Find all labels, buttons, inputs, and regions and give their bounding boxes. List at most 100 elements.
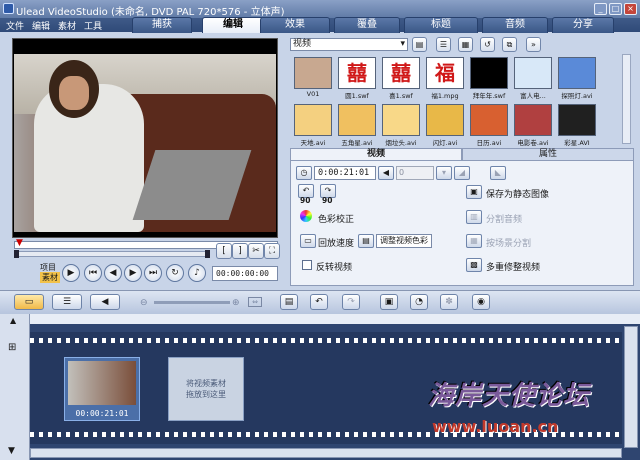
end-icon[interactable]: ⏭	[144, 264, 162, 282]
color-correct-label[interactable]: 色彩校正	[318, 212, 354, 225]
library-thumbnail[interactable]	[382, 104, 420, 136]
home-icon[interactable]: ⏮	[84, 264, 102, 282]
redo-icon[interactable]: ↷	[342, 294, 360, 310]
tab-overlay[interactable]: 覆叠	[334, 17, 400, 33]
library-thumbnail[interactable]	[558, 104, 596, 136]
menu-clip[interactable]: 素材	[58, 19, 76, 32]
track-manager-icon[interactable]: ⊞	[8, 342, 16, 353]
library-thumbnail[interactable]	[514, 57, 552, 89]
close-button[interactable]: ×	[624, 3, 637, 15]
timecode-display[interactable]: 00:00:00:00	[212, 266, 278, 281]
tab-title[interactable]: 标题	[404, 17, 478, 33]
insert-media-icon[interactable]: ▤	[280, 294, 298, 310]
duration-field[interactable]: 0:00:21:01	[314, 166, 376, 180]
multi-trim-icon[interactable]: ▩	[466, 258, 482, 272]
playback-speed-icon[interactable]: ▭	[300, 234, 316, 248]
record-voice-icon[interactable]: ◔	[410, 294, 428, 310]
adjust-color-label[interactable]: 调整视频色彩	[376, 234, 432, 248]
split-audio-label[interactable]: 分割音频	[486, 212, 522, 225]
trim-bar[interactable]	[14, 251, 210, 257]
tab-capture[interactable]: 捕获	[132, 17, 192, 33]
adjust-color-icon[interactable]: ▤	[358, 234, 374, 248]
menu-edit[interactable]: 编辑	[32, 19, 50, 32]
timeline-vscrollbar[interactable]	[624, 326, 638, 448]
tab-share[interactable]: 分享	[552, 17, 614, 33]
tab-video-options[interactable]: 视频	[290, 148, 462, 161]
split-scene-label[interactable]: 按场景分割	[486, 236, 531, 249]
library-category-select[interactable]: 视频 ▾	[290, 38, 408, 51]
color-wheel-icon[interactable]	[300, 210, 312, 222]
tab-attribute-options[interactable]: 属性	[462, 148, 634, 161]
zoom-out-icon[interactable]: ⊖	[140, 298, 148, 308]
collapse-icon[interactable]: ▲	[10, 316, 16, 325]
play-icon[interactable]: ▶	[62, 264, 80, 282]
library-thumbnail[interactable]	[558, 57, 596, 89]
reverse-video-label[interactable]: 反转视频	[316, 260, 352, 273]
split-audio-icon[interactable]: ▥	[466, 210, 482, 224]
playback-speed-label[interactable]: 回放速度	[318, 236, 354, 249]
library-manager-icon[interactable]: ▦	[458, 37, 473, 52]
library-thumbnail[interactable]: 囍	[382, 57, 420, 89]
timeline-view-icon[interactable]: ☰	[52, 294, 82, 310]
library-thumbnail[interactable]: 福	[426, 57, 464, 89]
fade-in-icon[interactable]: ◢	[454, 166, 470, 180]
volume-icon[interactable]: ♪	[188, 264, 206, 282]
library-scrollbar[interactable]	[622, 54, 631, 144]
volume-dropdown-icon[interactable]: ▾	[436, 166, 452, 180]
tab-effect[interactable]: 效果	[260, 17, 330, 33]
library-thumbnail-label: 探照灯.avi	[561, 92, 593, 100]
cut-icon[interactable]: ✂	[248, 243, 264, 259]
multi-trim-label[interactable]: 多重修整视频	[486, 260, 540, 273]
volume-field[interactable]: 0	[396, 166, 434, 180]
menu-file[interactable]: 文件	[6, 19, 24, 32]
library-thumbnail[interactable]	[426, 104, 464, 136]
maximize-button[interactable]: □	[609, 3, 622, 15]
library-thumbnail[interactable]: 囍	[338, 57, 376, 89]
folder-open-icon[interactable]: ▤	[412, 37, 427, 52]
split-scene-icon[interactable]: ▦	[466, 234, 482, 248]
undo-icon[interactable]: ↶	[310, 294, 328, 310]
tab-audio[interactable]: 音频	[482, 17, 548, 33]
burn-disc-icon[interactable]: ◉	[472, 294, 490, 310]
expand-down-icon[interactable]: ▼	[8, 446, 15, 456]
save-still-icon[interactable]: ▣	[466, 185, 482, 199]
repeat-icon[interactable]: ↻	[166, 264, 184, 282]
save-still-label[interactable]: 保存为静态图像	[486, 187, 549, 200]
library-thumbnail[interactable]	[338, 104, 376, 136]
timeline-hscrollbar[interactable]	[30, 448, 622, 458]
minimize-button[interactable]: _	[594, 3, 607, 15]
rotate-right-label: 90	[322, 196, 333, 205]
refresh-icon[interactable]: ↺	[480, 37, 495, 52]
mark-in-button[interactable]: [	[216, 243, 232, 259]
trim-start-handle[interactable]	[14, 250, 19, 258]
batch-convert-icon[interactable]: ✽	[440, 294, 458, 310]
library-thumbnail[interactable]	[294, 104, 332, 136]
storyboard-view-icon[interactable]: ▭	[14, 294, 44, 310]
expand-icon[interactable]: »	[526, 37, 541, 52]
prev-frame-icon[interactable]: ◀	[104, 264, 122, 282]
mark-out-button[interactable]: ]	[232, 243, 248, 259]
timeline-ruler[interactable]	[30, 314, 640, 324]
mode-clip-label[interactable]: 素材	[40, 272, 60, 283]
library-thumbnail[interactable]	[294, 57, 332, 89]
library-thumbnail[interactable]	[470, 104, 508, 136]
menu-tools[interactable]: 工具	[84, 19, 102, 32]
reverse-video-checkbox[interactable]	[302, 260, 312, 270]
fullscreen-icon[interactable]: ⛶	[264, 243, 280, 259]
fit-project-icon[interactable]: ⇔	[248, 297, 262, 307]
smart-proxy-icon[interactable]: ▣	[380, 294, 398, 310]
zoom-in-icon[interactable]: ⊕	[232, 298, 240, 308]
library-thumbnail[interactable]	[470, 57, 508, 89]
mute-icon[interactable]: ◀	[378, 166, 394, 180]
next-frame-icon[interactable]: ▶	[124, 264, 142, 282]
trim-end-handle[interactable]	[205, 250, 210, 258]
fade-out-icon[interactable]: ◣	[490, 166, 506, 180]
playhead-icon[interactable]: ▼	[16, 239, 25, 248]
drop-zone[interactable]: 将视频素材 拖放到这里	[168, 357, 244, 421]
tab-edit[interactable]: 编辑	[202, 17, 264, 33]
options-icon[interactable]: ☰	[436, 37, 451, 52]
audio-view-icon[interactable]: ◀	[90, 294, 120, 310]
zoom-slider[interactable]	[154, 301, 230, 304]
library-thumbnail[interactable]	[514, 104, 552, 136]
copy-icon[interactable]: ⧉	[502, 37, 517, 52]
